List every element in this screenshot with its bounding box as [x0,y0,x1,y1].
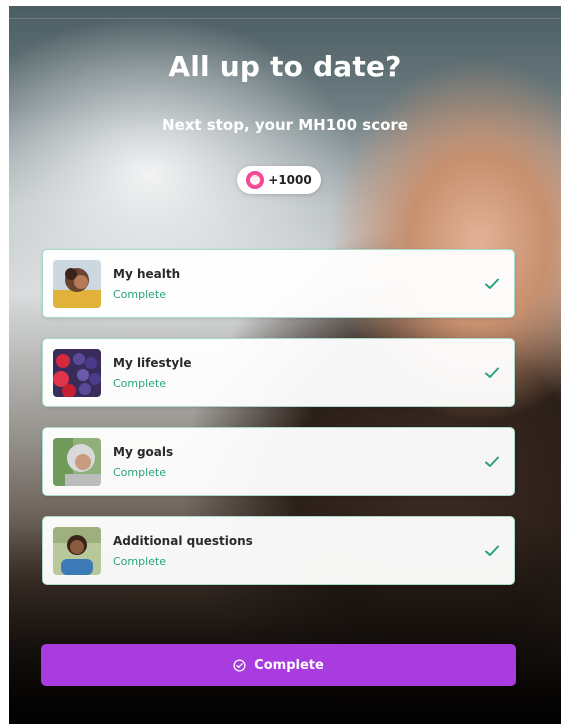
check-icon [485,367,499,378]
section-title: My lifestyle [113,356,192,370]
section-status: Complete [113,288,167,301]
points-ring-icon: ♡ [246,171,265,189]
section-title: My goals [113,445,174,459]
section-status: Complete [113,466,167,479]
section-card-my-lifestyle[interactable]: My lifestyle Complete [42,338,515,407]
section-title: Additional questions [113,534,253,548]
reward-badge: ♡ +1000 [237,166,321,194]
page-title: All up to date? [168,50,402,83]
check-icon [485,545,499,556]
section-card-my-health[interactable]: My health Complete [42,249,515,318]
thumbnail-my-lifestyle [53,349,101,397]
check-circle-icon [233,658,246,672]
section-title: My health [113,267,181,281]
section-card-additional-questions[interactable]: Additional questions Complete [42,516,515,585]
reward-points: +1000 [268,173,312,187]
section-status: Complete [113,555,167,568]
screen-background: All up to date? Next stop, your MH100 sc… [9,6,561,724]
complete-button[interactable]: Complete [41,644,516,686]
section-status: Complete [113,377,167,390]
check-icon [485,278,499,289]
device-frame: All up to date? Next stop, your MH100 sc… [0,0,562,724]
check-icon [485,456,499,467]
thumbnail-additional-questions [53,527,101,575]
page-subtitle: Next stop, your MH100 score [162,116,408,134]
thumbnail-my-goals [53,438,101,486]
complete-button-label: Complete [254,657,324,673]
section-card-my-goals[interactable]: My goals Complete [42,427,515,496]
thumbnail-my-health [53,260,101,308]
